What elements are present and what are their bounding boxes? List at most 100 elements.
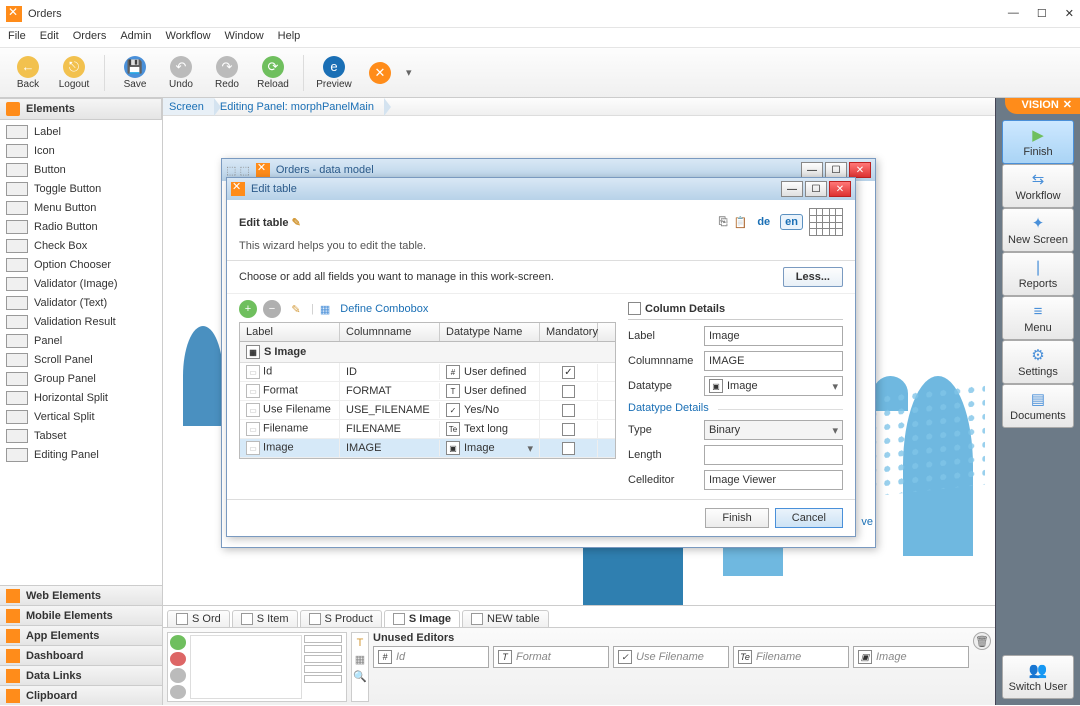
table-row[interactable]: ▭ FormatFORMATT User defined <box>240 382 615 401</box>
detail-label-input[interactable]: Image <box>704 326 843 346</box>
less-button[interactable]: Less... <box>783 267 843 287</box>
element-check-box[interactable]: Check Box <box>0 236 162 255</box>
crumb-screen[interactable]: Screen <box>163 98 214 115</box>
tool-undo[interactable]: ↶Undo <box>161 56 201 90</box>
right-reports-button[interactable]: ❘Reports <box>1002 252 1074 296</box>
detail-celleditor-input[interactable]: Image Viewer <box>704 470 843 490</box>
et-minimize-button[interactable]: — <box>781 181 803 197</box>
table-row[interactable]: ▭ IdID# User defined✓ <box>240 363 615 382</box>
accordion-data-links[interactable]: Data Links <box>0 665 162 685</box>
element-label[interactable]: Label <box>0 122 162 141</box>
tool-save[interactable]: 💾Save <box>115 56 155 90</box>
switch-user-button[interactable]: 👥 Switch User <box>1002 655 1074 699</box>
edit-row-button[interactable]: ✎ <box>287 300 305 318</box>
element-panel[interactable]: Panel <box>0 331 162 350</box>
section-elements[interactable]: Elements <box>0 98 162 120</box>
element-group-panel[interactable]: Group Panel <box>0 369 162 388</box>
remove-row-button[interactable]: − <box>263 300 281 318</box>
element-validator-text-[interactable]: Validator (Text) <box>0 293 162 312</box>
grid-group[interactable]: ▦ S Image <box>240 342 615 363</box>
accordion-clipboard[interactable]: Clipboard <box>0 685 162 705</box>
right-finish-button[interactable]: ▶Finish <box>1002 120 1074 164</box>
element-editing-panel[interactable]: Editing Panel <box>0 445 162 464</box>
tool-app[interactable]: ✕ <box>360 62 400 84</box>
menu-workflow[interactable]: Workflow <box>166 30 211 45</box>
lang-de[interactable]: de <box>753 215 774 229</box>
detail-length-input[interactable] <box>704 445 843 465</box>
unused-image[interactable]: ▣Image <box>853 646 969 668</box>
element-option-chooser[interactable]: Option Chooser <box>0 255 162 274</box>
accordion-dashboard[interactable]: Dashboard <box>0 645 162 665</box>
table-row[interactable]: ▭ ImageIMAGE▣ Image ▾ <box>240 439 615 458</box>
menu-edit[interactable]: Edit <box>40 30 59 45</box>
minimize-button[interactable]: — <box>1008 7 1019 20</box>
accordion-app-elements[interactable]: App Elements <box>0 625 162 645</box>
lang-en[interactable]: en <box>780 214 803 230</box>
element-horizontal-split[interactable]: Horizontal Split <box>0 388 162 407</box>
detail-datatype-select[interactable]: ▣Image▾ <box>704 376 843 396</box>
unused-filename[interactable]: TeFilename <box>733 646 849 668</box>
element-validator-image-[interactable]: Validator (Image) <box>0 274 162 293</box>
unused-format[interactable]: TFormat <box>493 646 609 668</box>
menu-orders[interactable]: Orders <box>73 30 107 45</box>
menu-help[interactable]: Help <box>278 30 301 45</box>
tool-redo[interactable]: ↷Redo <box>207 56 247 90</box>
element-button[interactable]: Button <box>0 160 162 179</box>
menu-admin[interactable]: Admin <box>120 30 151 45</box>
vision-close-icon[interactable]: ✕ <box>1063 99 1072 111</box>
dm-close-button[interactable]: ✕ <box>849 162 871 178</box>
detail-type-select[interactable]: Binary▾ <box>704 420 843 440</box>
right-documents-button[interactable]: ▤Documents <box>1002 384 1074 428</box>
right-new-screen-button[interactable]: ✦New Screen <box>1002 208 1074 252</box>
element-toggle-button[interactable]: Toggle Button <box>0 179 162 198</box>
right-settings-button[interactable]: ⚙Settings <box>1002 340 1074 384</box>
tab-s-ord[interactable]: S Ord <box>167 610 230 627</box>
accordion-web-elements[interactable]: Web Elements <box>0 585 162 605</box>
dm-maximize-button[interactable]: ☐ <box>825 162 847 178</box>
element-validation-result[interactable]: Validation Result <box>0 312 162 331</box>
tab-s-image[interactable]: S Image <box>384 610 460 627</box>
element-radio-button[interactable]: Radio Button <box>0 217 162 236</box>
tab-s-item[interactable]: S Item <box>232 610 298 627</box>
copy-icon[interactable]: ⎘ <box>719 216 728 229</box>
cancel-button[interactable]: Cancel <box>775 508 843 528</box>
element-icon[interactable]: Icon <box>0 141 162 160</box>
element-scroll-panel[interactable]: Scroll Panel <box>0 350 162 369</box>
accordion-mobile-elements[interactable]: Mobile Elements <box>0 605 162 625</box>
details-toggle[interactable] <box>628 302 641 315</box>
col-mandatory[interactable]: Mandatory <box>540 323 598 341</box>
et-maximize-button[interactable]: ☐ <box>805 181 827 197</box>
right-menu-button[interactable]: ≡Menu <box>1002 296 1074 340</box>
define-combobox-link[interactable]: Define Combobox <box>340 303 428 315</box>
et-close-button[interactable]: ✕ <box>829 181 851 197</box>
col-label[interactable]: Label <box>240 323 340 341</box>
crumb-editing-panel[interactable]: Editing Panel: morphPanelMain <box>214 98 384 115</box>
tab-s-product[interactable]: S Product <box>300 610 382 627</box>
detail-columnname-input[interactable]: IMAGE <box>704 351 843 371</box>
table-row[interactable]: ▭ FilenameFILENAMETe Text long <box>240 420 615 439</box>
tool-back[interactable]: ←Back <box>8 56 48 90</box>
tab-new-table[interactable]: NEW table <box>462 610 549 627</box>
add-row-button[interactable]: + <box>239 300 257 318</box>
trash-icon[interactable]: 🗑 <box>973 632 991 650</box>
col-datatype[interactable]: Datatype Name <box>440 323 540 341</box>
menu-window[interactable]: Window <box>225 30 264 45</box>
dm-minimize-button[interactable]: — <box>801 162 823 178</box>
unused-id[interactable]: #Id <box>373 646 489 668</box>
maximize-button[interactable]: ☐ <box>1037 7 1047 20</box>
element-menu-button[interactable]: Menu Button <box>0 198 162 217</box>
element-vertical-split[interactable]: Vertical Split <box>0 407 162 426</box>
menu-file[interactable]: File <box>8 30 26 45</box>
paste-icon[interactable]: 📋 <box>734 216 748 229</box>
close-button[interactable]: ✕ <box>1065 7 1074 20</box>
tool-preview[interactable]: ePreview <box>314 56 354 90</box>
table-row[interactable]: ▭ Use FilenameUSE_FILENAME✓ Yes/No <box>240 401 615 420</box>
et-titlebar[interactable]: Edit table — ☐ ✕ <box>227 178 855 200</box>
tool-logout[interactable]: ⎋Logout <box>54 56 94 90</box>
element-tabset[interactable]: Tabset <box>0 426 162 445</box>
finish-button[interactable]: Finish <box>705 508 768 528</box>
unused-use-filename[interactable]: ✓Use Filename <box>613 646 729 668</box>
col-columnname[interactable]: Columnname <box>340 323 440 341</box>
tool-reload[interactable]: ⟳Reload <box>253 56 293 90</box>
right-workflow-button[interactable]: ⇆Workflow <box>1002 164 1074 208</box>
